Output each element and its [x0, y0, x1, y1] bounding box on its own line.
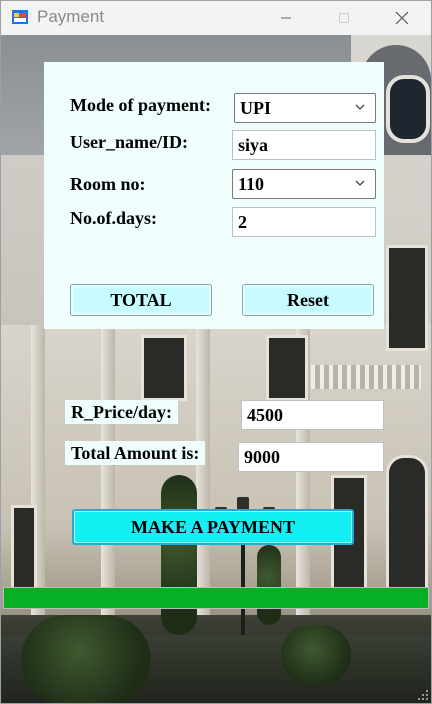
maximize-icon	[339, 13, 349, 23]
make-payment-button[interactable]: MAKE A PAYMENT	[72, 509, 354, 545]
mode-of-payment-label: Mode of payment:	[70, 95, 211, 115]
total-amount-value: 9000	[244, 447, 280, 467]
mode-of-payment-value: UPI	[240, 98, 271, 118]
chevron-down-icon	[355, 180, 365, 186]
reset-button[interactable]: Reset	[242, 284, 374, 316]
minimize-icon	[281, 17, 291, 19]
building-round-window	[386, 75, 430, 143]
total-amount-label: Total Amount is:	[65, 441, 206, 465]
hedge-bush	[281, 625, 351, 685]
maximize-button[interactable]	[321, 1, 367, 35]
close-button[interactable]	[379, 1, 425, 35]
hedge-bush	[21, 615, 151, 703]
progress-fill	[4, 588, 428, 608]
payment-progress-bar	[3, 587, 429, 609]
cypress-tree	[161, 475, 197, 635]
no-of-days-value: 2	[238, 212, 247, 232]
cypress-tree	[257, 545, 281, 625]
price-per-day-label: R_Price/day:	[65, 400, 178, 424]
balcony-railing	[311, 365, 421, 389]
minimize-button[interactable]	[263, 1, 309, 35]
building-window	[266, 335, 308, 401]
column	[101, 325, 115, 615]
no-of-days-label: No.of.days:	[70, 208, 158, 228]
column	[196, 325, 210, 615]
room-no-dropdown[interactable]: 110	[232, 169, 376, 199]
user-name-label: User_name/ID:	[70, 132, 188, 152]
title-bar: Payment	[1, 1, 431, 35]
price-per-day-value: 4500	[247, 405, 283, 425]
mode-of-payment-dropdown[interactable]: UPI	[234, 93, 376, 123]
building-window	[141, 335, 187, 401]
payment-window: Payment Mode of payment: UPI User_name/I…	[0, 0, 432, 704]
price-per-day-field: 4500	[241, 400, 384, 430]
room-no-value: 110	[238, 174, 265, 194]
booking-form-panel: Mode of payment: UPI User_name/ID: siya …	[44, 62, 384, 329]
room-no-label: Room no:	[70, 174, 146, 194]
building-door	[386, 455, 428, 591]
user-name-input[interactable]: siya	[232, 130, 376, 160]
app-icon	[12, 10, 28, 24]
resize-grip-icon[interactable]	[417, 689, 429, 701]
building-window	[386, 245, 428, 351]
window-title: Payment	[37, 7, 105, 26]
total-amount-field: 9000	[238, 442, 384, 472]
close-icon	[395, 11, 409, 25]
total-button[interactable]: TOTAL	[70, 284, 212, 316]
user-name-value: siya	[238, 135, 269, 155]
chevron-down-icon	[355, 104, 365, 110]
no-of-days-input[interactable]: 2	[232, 207, 376, 237]
building-window	[11, 505, 37, 591]
